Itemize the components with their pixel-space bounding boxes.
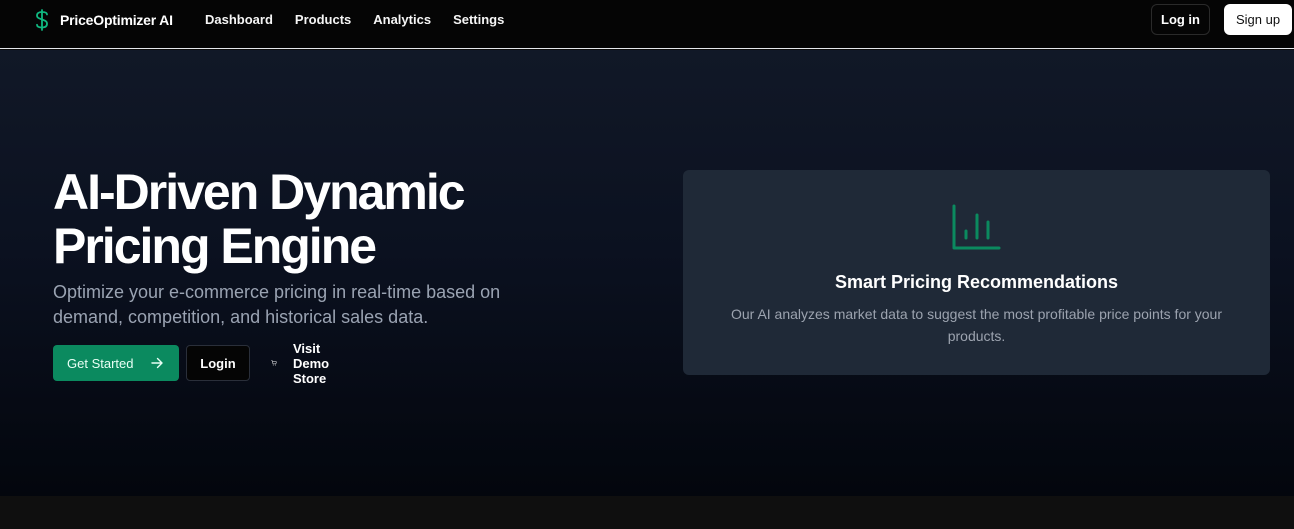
shopping-cart-icon [271, 360, 277, 366]
dollar-sign-icon [36, 9, 48, 31]
card-title: Smart Pricing Recommendations [834, 272, 1119, 292]
hero-section: AI-Driven Dynamic Pricing Engine Optimiz… [0, 50, 1294, 496]
hero-login-button[interactable]: Login [186, 345, 250, 381]
nav-link-dashboard[interactable]: Dashboard [205, 12, 273, 27]
nav-link-products[interactable]: Products [295, 12, 351, 27]
main-nav: Dashboard Products Analytics Settings [205, 12, 526, 27]
brand-name: PriceOptimizer AI [60, 12, 173, 28]
brand[interactable]: PriceOptimizer AI [33, 9, 173, 31]
bar-chart-icon [952, 204, 1001, 250]
login-button[interactable]: Log in [1151, 4, 1210, 35]
feature-card: Smart Pricing Recommendations Our AI ana… [683, 170, 1270, 375]
top-navbar: PriceOptimizer AI Dashboard Products Ana… [0, 0, 1294, 49]
next-section-band [0, 496, 1294, 529]
hero-subtitle: Optimize your e-commerce pricing in real… [53, 282, 501, 327]
visit-demo-store-button[interactable]: Visit Demo Store [271, 341, 337, 386]
nav-link-settings[interactable]: Settings [453, 12, 504, 27]
hero-title-line2: Pricing Engine [53, 218, 377, 274]
nav-link-analytics[interactable]: Analytics [373, 12, 431, 27]
get-started-label: Get Started [67, 355, 134, 371]
get-started-button[interactable]: Get Started [53, 345, 179, 381]
hero-title-line1: AI-Driven Dynamic [53, 164, 466, 220]
arrow-right-icon [151, 357, 163, 369]
card-description: Our AI analyzes market data to suggest t… [730, 306, 1223, 344]
visit-demo-store-label: Visit Demo Store [292, 340, 330, 386]
signup-button[interactable]: Sign up [1224, 4, 1292, 35]
hero-title: AI-Driven Dynamic Pricing Engine [53, 165, 613, 273]
